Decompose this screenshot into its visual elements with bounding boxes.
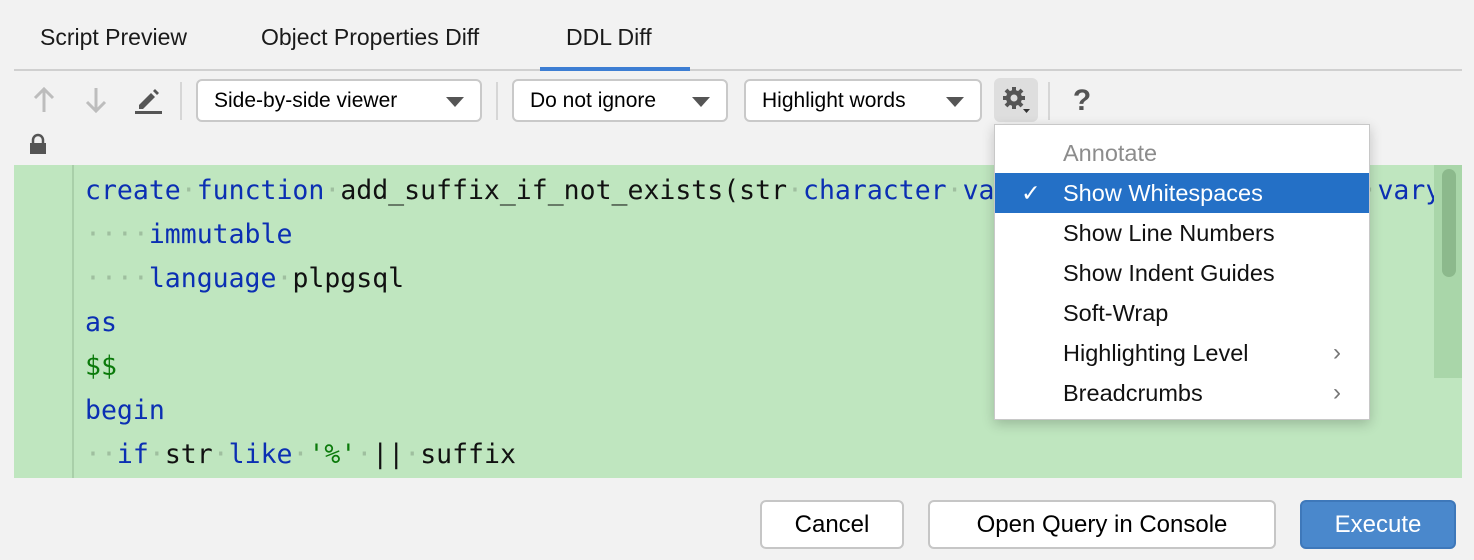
open-query-in-console-button[interactable]: Open Query in Console (928, 500, 1276, 549)
tab-object-properties-diff[interactable]: Object Properties Diff (261, 24, 479, 51)
code-token: as (85, 307, 117, 338)
whitespace-marker: ·· (85, 439, 117, 470)
code-token: '%' (308, 439, 357, 470)
menu-item-show-line-numbers[interactable]: Show Line Numbers (995, 213, 1369, 253)
menu-item-soft-wrap[interactable]: Soft-Wrap (995, 293, 1369, 333)
code-token: plpgsql (292, 263, 405, 294)
arrow-up-icon[interactable] (30, 86, 58, 114)
whitespace-marker: · (787, 175, 804, 206)
menu-item-label: Show Line Numbers (1063, 220, 1275, 246)
code-token: character (803, 175, 947, 206)
tab-divider (14, 69, 1462, 71)
menu-item-label: Show Whitespaces (1063, 180, 1263, 206)
whitespace-marker: ···· (85, 219, 149, 250)
tab-script-preview[interactable]: Script Preview (40, 24, 187, 51)
code-token: begin (85, 395, 165, 426)
code-token: $$ (85, 351, 117, 382)
menu-item-show-indent-guides[interactable]: Show Indent Guides (995, 253, 1369, 293)
scrollbar-track[interactable] (1434, 165, 1462, 378)
checkmark-icon: ✓ (1021, 180, 1041, 206)
settings-popup-menu: Annotate ✓ Show Whitespaces Show Line Numbe… (994, 124, 1370, 420)
menu-item-label: Annotate (1063, 140, 1158, 166)
code-token: language (148, 263, 277, 294)
toolbar-separator (1048, 82, 1050, 120)
gutter-divider (72, 165, 74, 478)
whitespace-marker: · (212, 439, 229, 470)
menu-item-breadcrumbs[interactable]: Breadcrumbs › (995, 373, 1369, 413)
viewer-value: Side-by-side viewer (214, 88, 398, 112)
whitespace-marker: · (946, 175, 963, 206)
code-token: if (116, 439, 149, 470)
menu-item-label: Breadcrumbs (1063, 380, 1203, 406)
chevron-right-icon: › (1333, 339, 1341, 366)
whitespace-marker: · (404, 439, 421, 470)
whitespace-marker: · (148, 439, 165, 470)
highlight-value: Highlight words (762, 88, 906, 112)
help-icon[interactable]: ? (1066, 84, 1098, 118)
whitespace-marker: ···· (85, 263, 149, 294)
tab-ddl-diff[interactable]: DDL Diff (566, 24, 652, 51)
ignore-value: Do not ignore (530, 88, 657, 112)
edit-icon[interactable] (132, 84, 164, 116)
code-token: create (85, 175, 181, 206)
code-token: immutable (148, 219, 293, 250)
code-token: || (372, 439, 405, 470)
execute-button[interactable]: Execute (1300, 500, 1456, 549)
chevron-down-icon (446, 97, 464, 107)
code-line: ··if·str·like·'%'·||·suffix (85, 433, 1462, 477)
menu-item-annotate: Annotate (995, 133, 1369, 173)
menu-item-highlighting-level[interactable]: Highlighting Level › (995, 333, 1369, 373)
whitespace-marker: · (324, 175, 341, 206)
menu-item-show-whitespaces[interactable]: ✓ Show Whitespaces (995, 173, 1369, 213)
toolbar-separator (496, 82, 498, 120)
cancel-button[interactable]: Cancel (760, 500, 904, 549)
whitespace-marker: · (292, 439, 309, 470)
viewer-dropdown[interactable]: Side-by-side viewer (196, 79, 482, 122)
arrow-down-icon[interactable] (82, 86, 110, 114)
lock-icon (28, 132, 48, 156)
code-token: str (164, 439, 213, 470)
code-token: add_suffix_if_not_exists(str (340, 175, 788, 206)
ignore-dropdown[interactable]: Do not ignore (512, 79, 728, 122)
whitespace-marker: · (180, 175, 197, 206)
highlight-dropdown[interactable]: Highlight words (744, 79, 982, 122)
code-token: suffix (420, 439, 516, 470)
menu-item-label: Highlighting Level (1063, 340, 1249, 366)
selected-tab-indicator (540, 67, 690, 71)
chevron-down-icon (946, 97, 964, 107)
code-token: function (196, 175, 325, 206)
whitespace-marker: · (276, 263, 293, 294)
toolbar-separator (180, 82, 182, 120)
chevron-down-icon (692, 97, 710, 107)
menu-item-label: Show Indent Guides (1063, 260, 1275, 286)
gear-icon[interactable] (994, 78, 1038, 122)
menu-item-label: Soft-Wrap (1063, 300, 1169, 326)
scrollbar-thumb[interactable] (1442, 169, 1456, 277)
code-token: like (228, 439, 293, 470)
chevron-right-icon: › (1333, 379, 1341, 406)
whitespace-marker: · (356, 439, 373, 470)
